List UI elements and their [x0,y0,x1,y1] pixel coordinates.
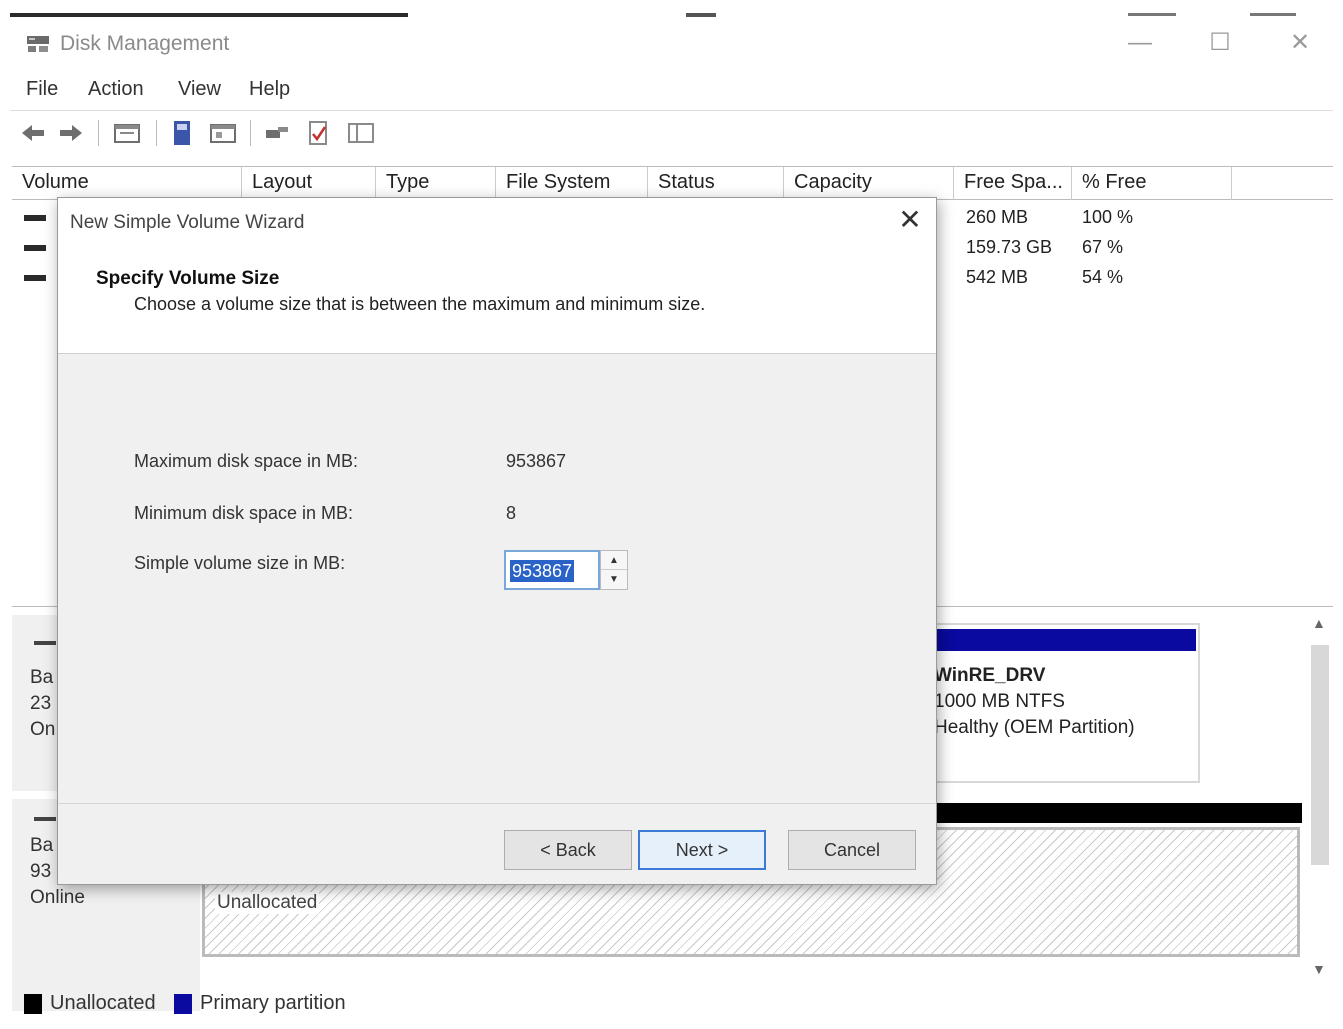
spin-up-icon[interactable]: ▲ [601,551,627,570]
volume-icon [24,215,46,221]
menu-file[interactable]: File [26,78,58,101]
volume-size-spinner[interactable]: ▲ ▼ [600,550,628,590]
properties-icon[interactable] [208,118,238,148]
help-icon[interactable] [168,118,198,148]
new-simple-volume-wizard: New Simple Volume Wizard ✕ Specify Volum… [57,197,937,885]
top-edge-segment [10,13,408,17]
volume-size-input[interactable]: 953867 [504,550,600,590]
unallocated-label: Unallocated [215,892,320,914]
wizard-close-button[interactable]: ✕ [894,204,926,236]
scroll-up-icon[interactable]: ▲ [1312,615,1326,631]
disk-0-status: On [30,719,56,740]
volume-list-header: Volume Layout Type File System Status Ca… [12,167,1333,200]
wizard-title: New Simple Volume Wizard [70,212,305,233]
close-button[interactable]: ✕ [1280,28,1320,58]
free-space-cell: 260 MB [966,207,1029,227]
window-title: Disk Management [60,32,230,55]
scroll-thumb[interactable] [1311,645,1329,865]
volume-size-selected-text: 953867 [510,560,575,582]
min-disk-space-label: Minimum disk space in MB: [134,503,354,523]
details-pane-icon[interactable] [346,118,376,148]
column-capacity[interactable]: Capacity [784,167,954,200]
disk-0-type: Ba [30,667,54,688]
disk-1-status: Online [30,887,85,908]
wizard-footer: < Back Next > Cancel [58,803,936,885]
partition-size: 1000 MB NTFS [934,691,1065,712]
vertical-scrollbar[interactable]: ▲ ▼ [1308,615,1330,977]
wizard-step-description: Choose a volume size that is between the… [134,294,706,314]
disk-0-size: 23 [30,693,52,714]
toolbar-separator [98,120,99,146]
disk-management-app-icon [27,36,49,52]
top-edge-segment [1128,13,1176,16]
min-disk-space-value: 8 [506,503,517,523]
disk-1-size: 93 [30,861,52,882]
partition-status: Healthy (OEM Partition) [934,717,1135,738]
cancel-button[interactable]: Cancel [788,830,916,870]
percent-free-cell: 54 % [1082,267,1124,287]
column-status[interactable]: Status [648,167,784,200]
volume-icon [24,275,46,281]
free-space-cell: 159.73 GB [966,237,1053,257]
next-button[interactable]: Next > [638,830,766,870]
column-layout[interactable]: Layout [242,167,376,200]
winre-partition[interactable]: WinRE_DRV 1000 MB NTFS Healthy (OEM Part… [932,623,1200,783]
free-space-cell: 542 MB [966,267,1029,287]
primary-partition-swatch [174,994,192,1014]
legend-unallocated: Unallocated [50,992,156,1014]
disk-1-type: Ba [30,835,54,856]
volume-icon [24,245,46,251]
spin-down-icon[interactable]: ▼ [601,570,627,589]
percent-free-cell: 100 % [1082,207,1134,227]
column-free-space[interactable]: Free Spa... [954,167,1072,200]
legend: Unallocated Primary partition [12,986,612,1022]
volume-size-label: Simple volume size in MB: [134,553,346,573]
top-edge-segment [686,13,716,17]
scroll-down-icon[interactable]: ▼ [1312,961,1326,977]
legend-primary-partition: Primary partition [200,992,346,1014]
maximize-button[interactable]: ☐ [1200,28,1240,58]
max-disk-space-label: Maximum disk space in MB: [134,451,359,471]
unallocated-swatch [24,994,42,1014]
menu-view[interactable]: View [178,78,221,101]
max-disk-space-value: 953867 [506,451,567,471]
connect-icon[interactable] [262,118,292,148]
disk-icon [34,641,56,645]
toolbar-separator [250,120,251,146]
column-percent-free[interactable]: % Free [1072,167,1232,200]
menu-help[interactable]: Help [249,78,290,101]
menu-action[interactable]: Action [88,78,144,101]
top-edge-segment [1250,13,1296,16]
menu-divider [10,110,1333,111]
column-type[interactable]: Type [376,167,496,200]
console-tree-icon[interactable] [112,118,142,148]
back-button[interactable]: < Back [504,830,632,870]
minimize-button[interactable]: — [1120,28,1160,58]
check-icon[interactable] [304,118,334,148]
back-arrow-icon[interactable] [18,118,48,148]
partition-name: WinRE_DRV [934,665,1046,686]
toolbar [0,114,1343,152]
primary-partition-bar [934,629,1196,651]
forward-arrow-icon[interactable] [56,118,86,148]
top-edge-strip [0,0,1343,18]
wizard-step-heading: Specify Volume Size [96,268,280,289]
column-volume[interactable]: Volume [12,167,242,200]
menu-bar: File Action View Help [0,72,1343,108]
wizard-body: Maximum disk space in MB: 953867 Minimum… [58,355,936,801]
wizard-header: New Simple Volume Wizard ✕ Specify Volum… [58,198,936,354]
disk-icon [34,817,56,821]
toolbar-separator [156,120,157,146]
column-file-system[interactable]: File System [496,167,648,200]
percent-free-cell: 67 % [1082,237,1124,257]
